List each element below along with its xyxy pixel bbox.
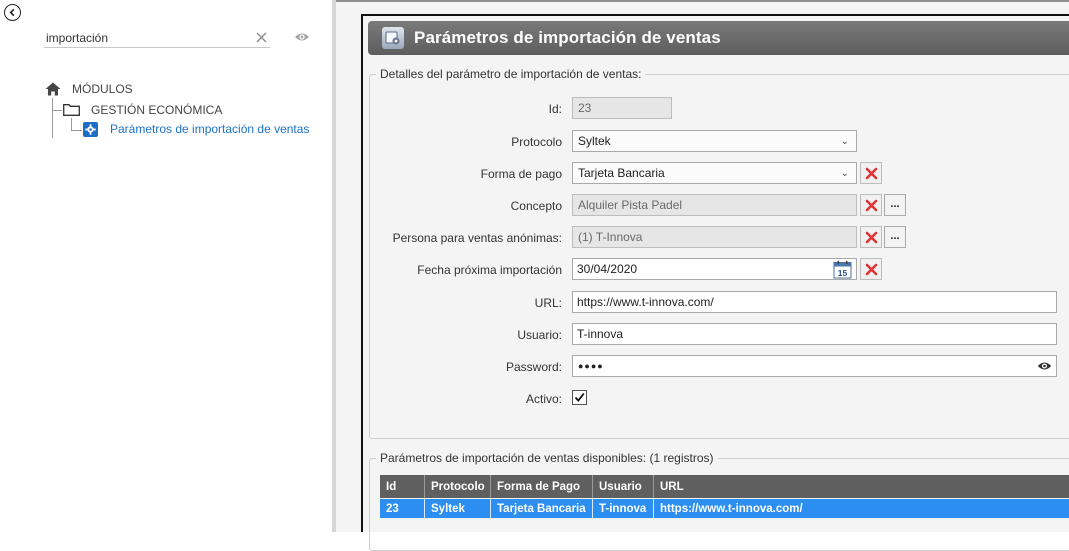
chevron-left-icon: [9, 8, 15, 17]
list-legend: Parámetros de importación de ventas disp…: [380, 451, 714, 465]
protocolo-label: Protocolo: [511, 135, 562, 149]
checkmark-icon: [574, 392, 585, 403]
forma-pago-label: Forma de pago: [480, 167, 562, 181]
eye-icon[interactable]: [294, 30, 310, 44]
chevron-down-icon: ⌄: [840, 135, 849, 147]
url-label: URL:: [534, 296, 562, 310]
concepto-field: Alquiler Pista Padel: [572, 194, 857, 216]
fecha-label: Fecha próxima importación: [417, 263, 562, 277]
folder-icon: [63, 104, 80, 116]
browse-persona-button[interactable]: ...: [884, 226, 906, 248]
id-value: 23: [578, 101, 592, 115]
password-input[interactable]: ●●●●: [572, 355, 1057, 377]
close-icon[interactable]: [254, 29, 268, 45]
column-header-id[interactable]: Id: [380, 475, 425, 498]
clear-persona-button[interactable]: [860, 226, 882, 248]
protocolo-value: Syltek: [578, 134, 611, 148]
eye-icon[interactable]: [1037, 360, 1052, 372]
tree-connector: [71, 118, 72, 130]
details-group: Detalles del parámetro de importación de…: [369, 67, 1069, 439]
tree-item-parametros-importacion[interactable]: Parámetros de importación de ventas: [110, 122, 309, 136]
tree-root-modulos[interactable]: MÓDULOS: [72, 82, 133, 96]
tree-folder-gestion-economica[interactable]: GESTIÓN ECONÓMICA: [91, 103, 222, 117]
window-title-bar: Parámetros de importación de ventas: [368, 21, 1069, 55]
column-header-forma-pago[interactable]: Forma de Pago: [491, 475, 593, 498]
password-mask: ●●●●: [578, 361, 604, 371]
back-button[interactable]: [4, 4, 21, 21]
cell-protocolo: Syltek: [425, 499, 491, 518]
delete-x-icon: [865, 167, 877, 179]
search-input[interactable]: [44, 28, 270, 48]
tree-connector: [52, 110, 62, 111]
persona-value: (1) T-Innova: [578, 230, 643, 244]
window-title: Parámetros de importación de ventas: [414, 28, 721, 47]
column-header-url[interactable]: URL: [654, 475, 1069, 498]
clear-forma-pago-button[interactable]: [860, 162, 882, 184]
column-header-protocolo[interactable]: Protocolo: [425, 475, 491, 498]
calendar-day-text: 15: [838, 268, 848, 278]
id-label: Id:: [548, 102, 562, 116]
url-input[interactable]: [572, 291, 1057, 313]
delete-x-icon: [865, 263, 877, 275]
fecha-input[interactable]: [572, 258, 857, 280]
settings-window-icon: [382, 27, 404, 49]
forma-pago-select[interactable]: Tarjeta Bancaria ⌄: [572, 162, 857, 184]
browse-concepto-button[interactable]: ...: [884, 194, 906, 216]
delete-x-icon: [865, 199, 877, 211]
concepto-value: Alquiler Pista Padel: [578, 198, 683, 212]
activo-label: Activo:: [525, 392, 562, 406]
protocolo-select[interactable]: Syltek ⌄: [572, 130, 857, 152]
grid-header: Id Protocolo Forma de Pago Usuario URL: [380, 475, 1069, 498]
tree-connector: [71, 130, 82, 131]
clear-concepto-button[interactable]: [860, 194, 882, 216]
cell-usuario: T-innova: [593, 499, 654, 518]
forma-pago-value: Tarjeta Bancaria: [578, 166, 665, 180]
delete-x-icon: [865, 231, 877, 243]
persona-label: Persona para ventas anónimas:: [392, 231, 562, 245]
tree-connector: [52, 98, 53, 138]
concepto-label: Concepto: [510, 199, 562, 213]
calendar-icon[interactable]: 15: [833, 260, 852, 279]
cell-forma-pago: Tarjeta Bancaria: [491, 499, 593, 518]
table-row[interactable]: 23 Syltek Tarjeta Bancaria T-innova http…: [380, 499, 1069, 518]
activo-checkbox[interactable]: [572, 390, 587, 405]
cell-url: https://www.t-innova.com/: [660, 502, 803, 515]
chevron-down-icon: ⌄: [840, 167, 849, 179]
usuario-input[interactable]: [572, 323, 1057, 345]
usuario-label: Usuario:: [517, 328, 562, 342]
column-header-usuario[interactable]: Usuario: [593, 475, 654, 498]
gear-icon: [83, 122, 98, 137]
password-label: Password:: [505, 360, 562, 374]
id-field: 23: [572, 97, 672, 119]
persona-field: (1) T-Innova: [572, 226, 857, 248]
clear-fecha-button[interactable]: [860, 258, 882, 280]
cell-id: 23: [380, 499, 425, 518]
content-top-border: [336, 0, 1069, 2]
details-legend: Detalles del parámetro de importación de…: [380, 67, 642, 81]
home-icon: [45, 82, 61, 96]
